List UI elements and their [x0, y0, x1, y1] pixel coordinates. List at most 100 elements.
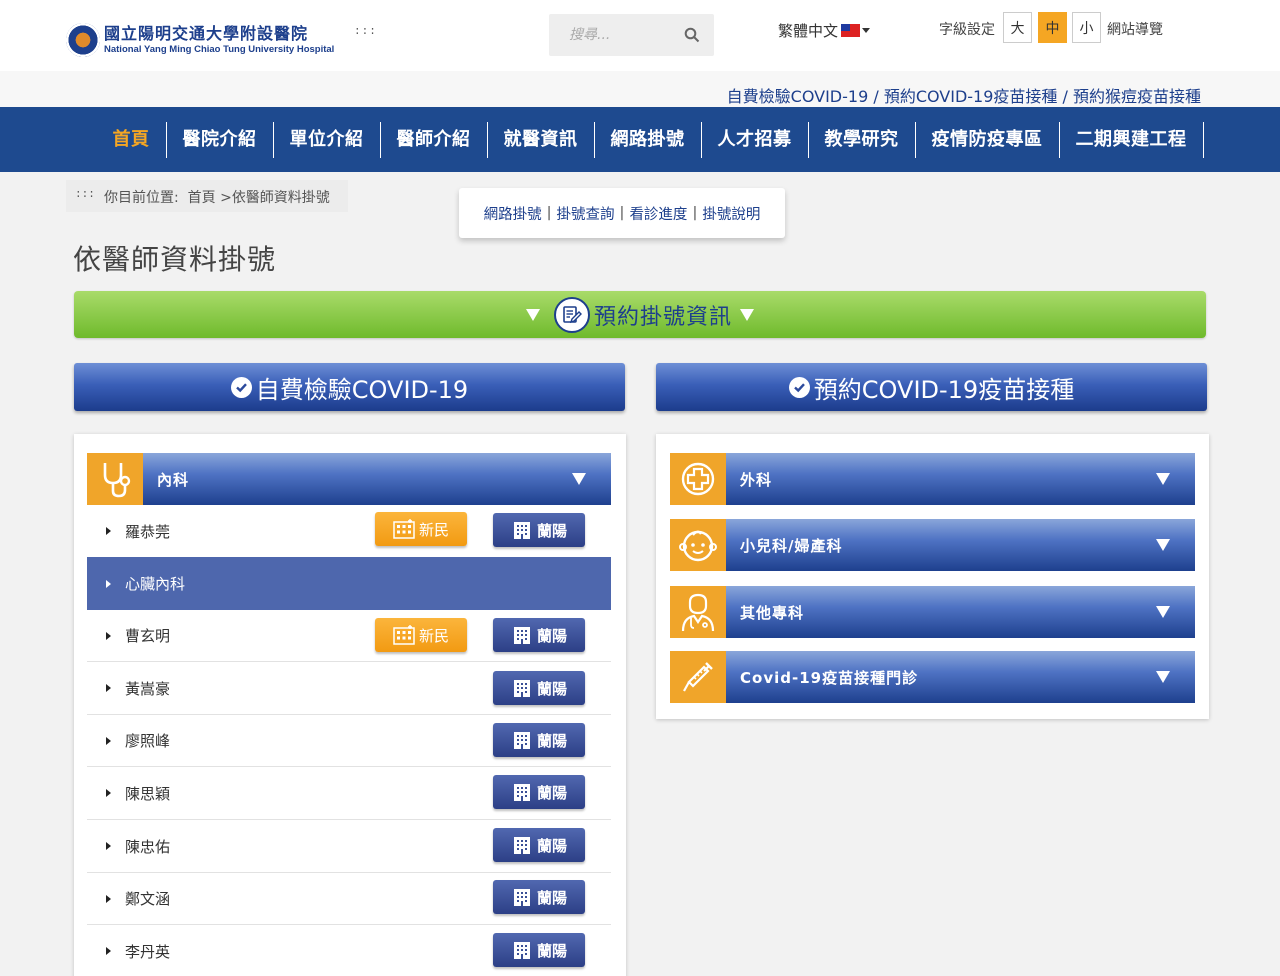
announce-separator: /	[1057, 87, 1073, 106]
book-lanyang-button[interactable]: 蘭陽	[493, 513, 585, 547]
book-xinmin-label: 新民	[418, 520, 449, 539]
sub-category-cardiology[interactable]: 心臟內科	[87, 557, 611, 610]
submenu-clinic-progress[interactable]: 看診進度	[629, 203, 687, 224]
main-nav: 首頁 醫院介紹 單位介紹 醫師介紹 就醫資訊 網路掛號 人才招募 教學研究 疫情…	[0, 107, 1280, 172]
nav-item-medical-info[interactable]: 就醫資訊	[488, 121, 595, 158]
book-xinmin-label: 新民	[418, 626, 449, 645]
covid-test-banner[interactable]: 自費檢驗COVID-19	[74, 363, 625, 411]
language-selector[interactable]: 繁體中文	[778, 20, 871, 41]
book-xinmin-button[interactable]: 新民	[375, 512, 467, 546]
announce-link-covid-vaccine[interactable]: 預約COVID-19疫苗接種	[884, 87, 1058, 106]
doctor-icon	[670, 586, 726, 638]
font-size-large-button[interactable]: 大	[1003, 12, 1032, 43]
nav-item-epidemic[interactable]: 疫情防疫專區	[916, 121, 1060, 158]
submenu-registration-query[interactable]: 掛號查詢	[557, 203, 615, 224]
appointment-info-banner[interactable]: 預約掛號資訊	[74, 291, 1206, 338]
book-lanyang-label: 蘭陽	[536, 731, 567, 750]
book-lanyang-button[interactable]: 蘭陽	[493, 618, 585, 652]
bullet-icon	[106, 736, 111, 745]
building-icon	[393, 625, 415, 645]
search-icon[interactable]	[684, 27, 700, 43]
doctor-name[interactable]: 陳忠佑	[125, 836, 170, 857]
doctor-name[interactable]: 曹玄明	[125, 625, 170, 646]
sub-category-name: 心臟內科	[125, 575, 186, 593]
doctor-name[interactable]: 黃嵩豪	[125, 678, 170, 699]
submenu-online-registration[interactable]: 網路掛號	[484, 203, 542, 224]
book-lanyang-label: 蘭陽	[536, 941, 567, 960]
announce-link-covid-test[interactable]: 自費檢驗COVID-19	[727, 87, 869, 106]
breadcrumb: ::: 你目前位置: 首頁 >依醫師資料掛號	[66, 180, 348, 212]
doctor-name[interactable]: 羅恭莞	[125, 521, 170, 542]
doctor-name[interactable]: 廖照峰	[125, 730, 170, 751]
building-icon	[513, 627, 530, 644]
triangle-down-icon	[572, 473, 586, 485]
triangle-down-icon	[740, 308, 754, 321]
bullet-icon	[106, 579, 111, 588]
doctor-name[interactable]: 鄭文涵	[125, 888, 170, 909]
breadcrumb-separator: >	[215, 190, 232, 206]
covid-test-label: 自費檢驗COVID-19	[255, 375, 469, 404]
bullet-icon	[106, 842, 111, 850]
nav-item-recruitment[interactable]: 人才招募	[702, 121, 809, 158]
nav-item-home[interactable]: 首頁	[97, 121, 167, 158]
book-lanyang-label: 蘭陽	[536, 679, 567, 698]
book-lanyang-button[interactable]: 蘭陽	[493, 933, 585, 967]
taiwan-flag-icon	[841, 24, 861, 37]
nav-item-teaching-research[interactable]: 教學研究	[809, 121, 916, 158]
triangle-down-icon	[1156, 606, 1170, 618]
announce-link-mpox-vaccine[interactable]: 預約猴痘疫苗接種	[1073, 87, 1201, 106]
accesskey-content[interactable]: :::	[75, 189, 95, 201]
nav-item-doctor-intro[interactable]: 醫師介紹	[381, 121, 488, 158]
nav-item-hospital-intro[interactable]: 醫院介紹	[167, 121, 274, 158]
bullet-icon	[106, 947, 111, 955]
search-input[interactable]	[549, 14, 669, 56]
nav-item-unit-intro[interactable]: 單位介紹	[274, 121, 381, 158]
book-xinmin-button[interactable]: 新民	[375, 618, 467, 652]
triangle-down-icon	[525, 308, 540, 321]
font-size-medium-button[interactable]: 中	[1038, 12, 1067, 43]
nav-item-online-registration[interactable]: 網路掛號	[595, 121, 702, 158]
check-circle-icon	[788, 376, 810, 398]
accesskey-top[interactable]: :::	[354, 26, 377, 38]
search-box	[549, 14, 714, 56]
baby-icon	[670, 519, 726, 571]
book-lanyang-button[interactable]: 蘭陽	[493, 775, 585, 809]
breadcrumb-home-link[interactable]: 首頁	[188, 190, 216, 206]
building-icon	[513, 889, 530, 906]
dept-name: 其他專科	[740, 603, 805, 622]
chevron-down-icon	[862, 28, 871, 33]
covid-vaccine-banner[interactable]: 預約COVID-19疫苗接種	[656, 363, 1207, 411]
dept-header-pediatrics-obgyn[interactable]: 小兒科/婦產科	[670, 519, 1195, 571]
covid-vaccine-label: 預約COVID-19疫苗接種	[813, 375, 1075, 404]
dept-name: 外科	[740, 470, 773, 489]
book-lanyang-button[interactable]: 蘭陽	[493, 671, 585, 705]
dept-header-other-specialties[interactable]: 其他專科	[670, 586, 1195, 638]
page-title: 依醫師資料掛號	[73, 243, 277, 276]
font-size-label: 字級設定	[939, 22, 995, 38]
triangle-down-icon	[1156, 539, 1170, 551]
doctor-name[interactable]: 陳思穎	[125, 783, 170, 804]
book-lanyang-button[interactable]: 蘭陽	[493, 828, 585, 862]
nav-item-phase2-construction[interactable]: 二期興建工程	[1060, 121, 1204, 158]
announcement-bar: 自費檢驗COVID-19 / 預約COVID-19疫苗接種 / 預約猴痘疫苗接種	[0, 71, 1280, 107]
medical-cross-icon	[670, 453, 726, 505]
book-lanyang-button[interactable]: 蘭陽	[493, 880, 585, 914]
building-icon	[513, 680, 530, 697]
book-lanyang-label: 蘭陽	[536, 626, 567, 645]
bullet-icon	[106, 684, 111, 692]
book-lanyang-label: 蘭陽	[536, 783, 567, 802]
dept-header-covid-vaccine-clinic[interactable]: Covid-19疫苗接種門診	[670, 651, 1195, 703]
sitemap-link[interactable]: 網站導覽	[1107, 19, 1163, 39]
building-icon	[513, 942, 530, 959]
building-icon	[393, 519, 415, 539]
doctor-name[interactable]: 李丹英	[125, 941, 170, 962]
dept-header-internal-medicine[interactable]: 內科	[87, 453, 611, 505]
book-lanyang-button[interactable]: 蘭陽	[493, 723, 585, 757]
submenu-registration-guide[interactable]: 掛號說明	[702, 203, 760, 224]
font-size-small-button[interactable]: 小	[1072, 12, 1101, 43]
logo-english-name: National Yang Ming Chiao Tung University…	[104, 43, 335, 55]
dept-name: 內科	[157, 470, 190, 489]
dept-header-surgery[interactable]: 外科	[670, 453, 1195, 505]
hospital-logo[interactable]: 國立陽明交通大學附設醫院 National Yang Ming Chiao Tu…	[66, 23, 334, 57]
building-icon	[513, 522, 530, 539]
